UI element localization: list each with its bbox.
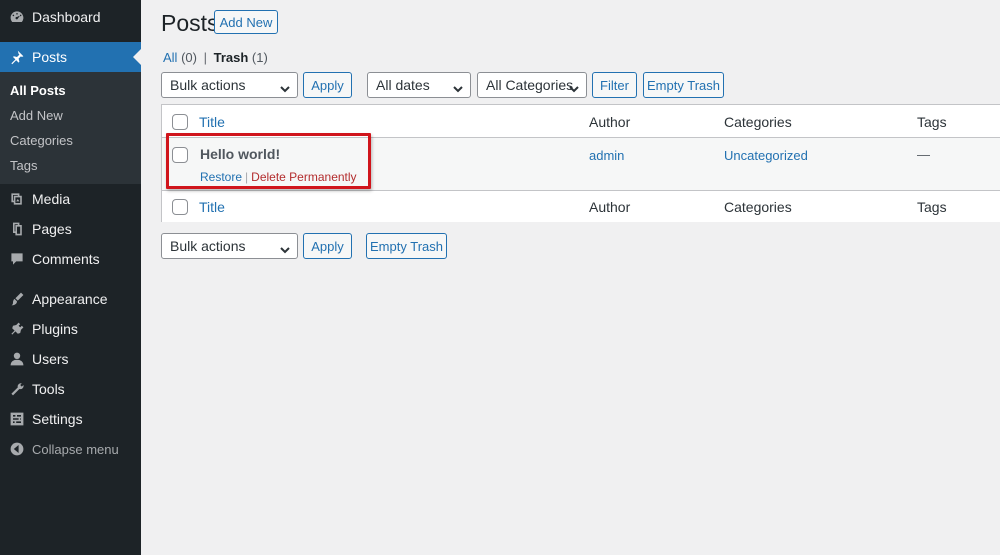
restore-link[interactable]: Restore [200,170,242,184]
table-row: Hello world! Restore | Delete Permanently … [162,138,1000,190]
menu-item-label: Appearance [32,291,108,307]
add-new-button[interactable]: Add New [214,10,278,34]
date-filter-value: All dates [376,77,430,93]
menu-item-plugins[interactable]: Plugins [0,314,141,344]
menu-item-appearance[interactable]: Appearance [0,284,141,314]
posts-submenu: All Posts Add New Categories Tags [0,72,141,184]
menu-item-label: Dashboard [32,9,101,25]
delete-permanently-link[interactable]: Delete Permanently [251,170,356,184]
dashboard-icon [9,9,25,25]
wrench-icon [9,381,25,397]
paintbrush-icon [9,291,25,307]
chevron-down-icon [453,81,463,93]
menu-item-settings[interactable]: Settings [0,404,141,434]
bulk-actions-value: Bulk actions [170,77,246,93]
comment-icon [9,251,25,267]
categories-column-header: Categories [724,114,792,130]
select-all-checkbox-footer[interactable] [172,199,188,215]
table-header: Title Author Categories Tags [162,105,1000,138]
table-footer: Title Author Categories Tags [162,190,1000,222]
select-all-checkbox[interactable] [172,114,188,130]
menu-item-comments[interactable]: Comments [0,244,141,274]
submenu-item-tags[interactable]: Tags [10,158,37,173]
author-column-header: Author [589,114,631,130]
row-checkbox[interactable] [172,147,188,163]
menu-item-label: Pages [32,221,72,237]
post-title: Hello world! [200,146,281,162]
settings-icon [9,411,25,427]
collapse-icon [9,441,25,457]
category-filter-value: All Categories [486,77,574,93]
bulk-actions-select[interactable]: Bulk actions [161,72,298,98]
author-column-footer: Author [589,199,631,215]
menu-item-label: Users [32,351,69,367]
row-actions-separator: | [245,170,249,184]
media-icon [9,191,25,207]
admin-sidebar: Dashboard Posts All Posts Add New Catego… [0,0,141,555]
menu-item-posts[interactable]: Posts [0,42,141,72]
view-trash-label: Trash [213,50,249,65]
view-separator: | [203,50,207,65]
category-link[interactable]: Uncategorized [724,148,808,163]
bulk-actions-select-bottom[interactable]: Bulk actions [161,233,298,259]
chevron-down-icon [280,81,290,93]
menu-item-users[interactable]: Users [0,344,141,374]
filter-button[interactable]: Filter [592,72,637,98]
category-filter-select[interactable]: All Categories [477,72,587,98]
chevron-down-icon [280,242,290,254]
menu-item-label: Plugins [32,321,78,337]
date-filter-select[interactable]: All dates [367,72,471,98]
menu-item-tools[interactable]: Tools [0,374,141,404]
menu-item-label: Settings [32,411,83,427]
view-trash-link[interactable]: Trash (1) [214,50,268,65]
active-arrow [133,49,141,65]
pushpin-icon [9,49,25,65]
view-all-count: (0) [181,50,197,65]
menu-item-pages[interactable]: Pages [0,214,141,244]
submenu-item-categories[interactable]: Categories [10,133,73,148]
tags-column-header: Tags [917,114,947,130]
view-all-link[interactable]: All (0) [163,50,197,65]
categories-column-footer: Categories [724,199,792,215]
author-link[interactable]: admin [589,148,624,163]
chevron-down-icon [569,81,579,93]
menu-item-media[interactable]: Media [0,184,141,214]
view-trash-count: (1) [251,50,268,65]
title-column-footer[interactable]: Title [199,199,225,215]
bulk-actions-value: Bulk actions [170,238,246,254]
apply-button[interactable]: Apply [303,72,352,98]
user-icon [9,351,25,367]
menu-item-label: Collapse menu [32,441,119,457]
page-title: Posts [161,10,219,36]
tags-column-footer: Tags [917,199,947,215]
posts-table: Title Author Categories Tags Hello world… [161,104,1000,222]
tags-cell: — [917,147,930,162]
submenu-item-add-new[interactable]: Add New [10,108,63,123]
row-actions: Restore | Delete Permanently [200,170,357,184]
view-all-label: All [163,50,178,65]
collapse-menu-button[interactable]: Collapse menu [0,434,141,464]
pages-icon [9,221,25,237]
menu-item-label: Posts [32,49,68,65]
menu-item-label: Media [32,191,71,207]
plugin-icon [9,321,25,337]
apply-button-bottom[interactable]: Apply [303,233,352,259]
submenu-item-all-posts[interactable]: All Posts [10,83,66,98]
menu-item-dashboard[interactable]: Dashboard [0,2,141,32]
empty-trash-button[interactable]: Empty Trash [643,72,724,98]
menu-item-label: Comments [32,251,100,267]
post-status-filter: All (0) | Trash (1) [163,50,268,65]
menu-item-label: Tools [32,381,65,397]
empty-trash-button-bottom[interactable]: Empty Trash [366,233,447,259]
title-column-header[interactable]: Title [199,114,225,130]
